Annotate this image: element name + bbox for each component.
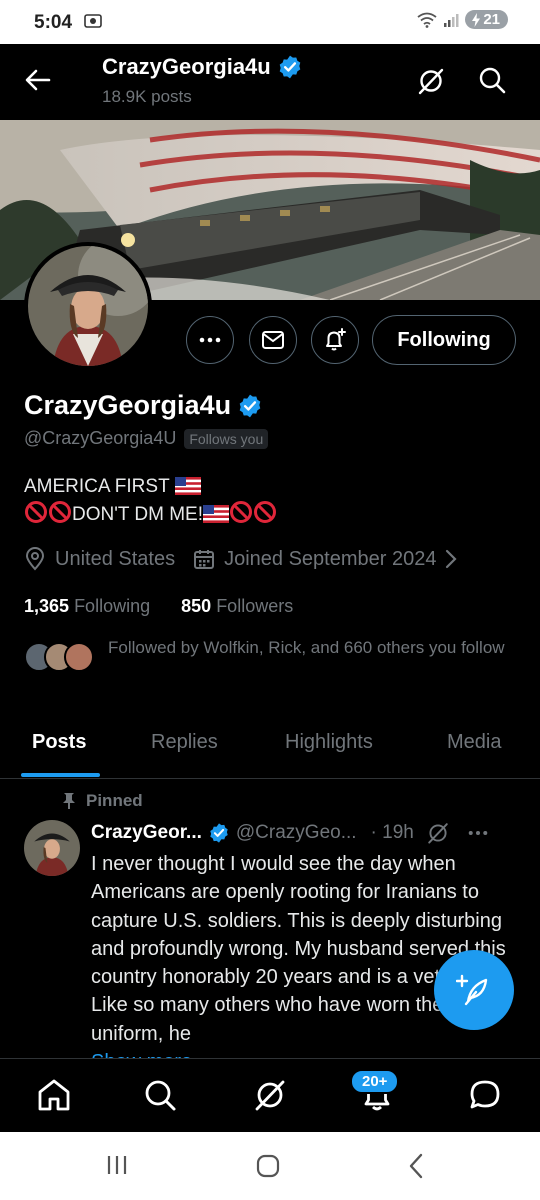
bell-plus-icon — [326, 328, 346, 351]
followed-by-text[interactable]: Followed by Wolfkin, Rick, and 660 other… — [108, 637, 518, 659]
home-button-icon[interactable] — [256, 1154, 280, 1178]
recent-apps-icon[interactable] — [106, 1154, 128, 1176]
bio-line-1: AMERICA FIRST — [24, 474, 277, 500]
grok-icon[interactable] — [416, 66, 446, 96]
profile-meta-row[interactable]: United States Joined September 2024 — [24, 547, 458, 571]
prohibited-icon — [49, 501, 71, 523]
followers-label: Followers — [216, 596, 294, 616]
post-time: · 19h — [370, 822, 414, 843]
following-label: Following — [74, 596, 151, 616]
grok-nav-icon[interactable] — [252, 1077, 288, 1113]
pin-icon — [63, 793, 75, 809]
profile-handle-row: @CrazyGeorgia4U Follows you — [24, 428, 269, 449]
battery-indicator: 21 — [465, 10, 508, 29]
prohibited-icon — [254, 501, 276, 523]
pinned-indicator: Pinned — [62, 791, 143, 811]
post-author-name[interactable]: CrazyGeor... — [91, 822, 202, 844]
prohibited-icon — [230, 501, 252, 523]
messages-icon[interactable] — [467, 1077, 503, 1113]
tab-replies[interactable]: Replies — [151, 731, 218, 754]
charging-icon — [472, 12, 481, 27]
post-author-handle[interactable]: @CrazyGeo... — [236, 822, 357, 844]
signal-icon — [444, 13, 459, 27]
screen-record-icon — [84, 14, 102, 28]
bio-line-1-text: AMERICA FIRST — [24, 476, 170, 497]
location-pin-icon — [25, 547, 45, 571]
top-bar-name: CrazyGeorgia4u — [102, 54, 271, 79]
notifications-subscribe-button[interactable] — [311, 316, 359, 364]
grok-icon[interactable] — [426, 821, 450, 845]
status-icons: 21 — [417, 10, 508, 29]
us-flag-icon — [174, 477, 201, 495]
more-dots-icon — [199, 337, 221, 343]
followers-count-link[interactable]: 850 Followers — [181, 596, 293, 616]
status-time: 5:04 — [34, 12, 73, 33]
profile-joined-date: Joined September 2024 — [224, 547, 437, 570]
message-button[interactable] — [249, 316, 297, 364]
following-button[interactable]: Following — [372, 315, 516, 365]
avatar-image — [28, 246, 148, 366]
more-options-button[interactable] — [186, 316, 234, 364]
tab-media[interactable]: Media — [447, 731, 501, 754]
envelope-icon — [262, 331, 284, 349]
bottom-navigation — [0, 1058, 540, 1133]
bio-line-2-text: DON'T DM ME! — [72, 504, 203, 525]
mutual-avatar-3 — [64, 642, 94, 672]
verified-badge-icon — [279, 55, 301, 79]
search-icon[interactable] — [478, 66, 506, 94]
home-icon[interactable] — [36, 1077, 72, 1113]
verified-badge-icon[interactable] — [237, 393, 263, 419]
post-avatar-image — [24, 820, 80, 876]
profile-avatar[interactable] — [24, 242, 152, 370]
wifi-icon — [417, 12, 437, 28]
active-tab-indicator — [21, 773, 100, 777]
top-bar-title: CrazyGeorgia4u — [102, 54, 303, 80]
profile-name: CrazyGeorgia4u — [24, 390, 232, 420]
status-bar: 5:04 21 — [0, 0, 540, 44]
calendar-icon — [194, 550, 215, 569]
profile-name-row: CrazyGeorgia4u — [24, 390, 263, 421]
prohibited-icon — [25, 501, 47, 523]
verified-badge-icon — [210, 823, 228, 843]
profile-location: United States — [55, 547, 176, 570]
posts-count: 18.9K posts — [102, 87, 192, 106]
follows-you-badge: Follows you — [184, 428, 269, 449]
tab-highlights[interactable]: Highlights — [285, 731, 373, 754]
followed-by-avatars[interactable] — [24, 642, 94, 676]
following-count-link[interactable]: 1,365 Following — [24, 596, 150, 616]
followers-count: 850 — [181, 596, 212, 616]
profile-handle: @CrazyGeorgia4U — [24, 428, 177, 448]
chevron-right-icon — [446, 549, 458, 569]
back-button-icon[interactable] — [408, 1153, 424, 1179]
post-author-avatar[interactable] — [24, 820, 80, 876]
back-arrow-icon[interactable] — [24, 66, 52, 94]
bio-line-2: DON'T DM ME! — [24, 500, 277, 528]
battery-level: 21 — [483, 11, 500, 28]
compose-post-button[interactable] — [434, 950, 514, 1030]
explore-search-icon[interactable] — [142, 1077, 178, 1113]
compose-feather-icon — [456, 974, 488, 1006]
follow-counts: 1,365 Following 850 Followers — [24, 596, 293, 617]
following-count: 1,365 — [24, 596, 70, 616]
notification-count-badge: 20+ — [350, 1069, 400, 1094]
us-flag-icon — [203, 505, 229, 523]
tab-posts[interactable]: Posts — [32, 731, 86, 754]
profile-tabs: Posts Replies Highlights Media — [0, 718, 540, 779]
post-header: CrazyGeor... @CrazyGeo... · 19h — [91, 821, 488, 845]
post-more-icon[interactable] — [468, 830, 488, 836]
pinned-label: Pinned — [86, 791, 143, 810]
system-navigation-bar — [0, 1132, 540, 1200]
profile-bio: AMERICA FIRST DON'T DM ME! — [24, 474, 277, 528]
